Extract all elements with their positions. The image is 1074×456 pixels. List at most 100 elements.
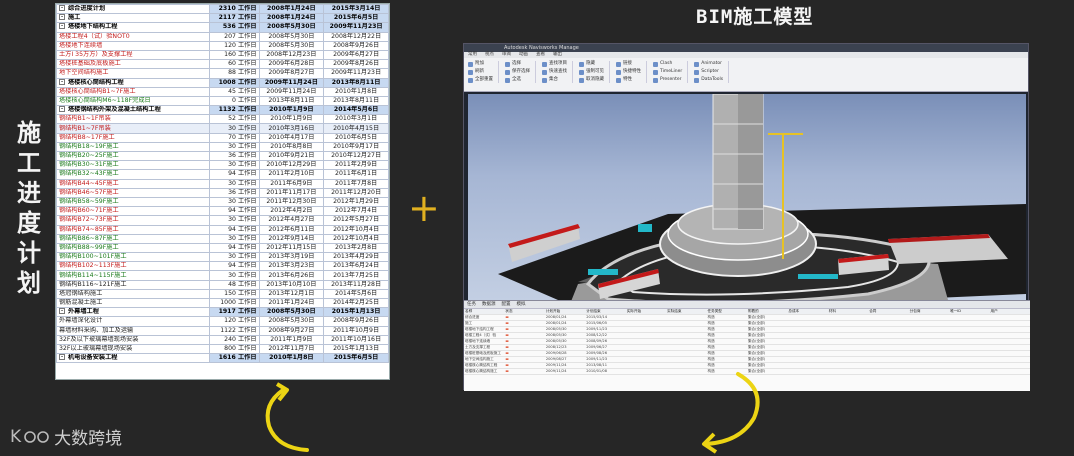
schedule-row[interactable]: 钢结构B30~31F施工 30 工作日 2010年12月29日 2011年2月9日 (56, 160, 389, 171)
timeliner-tab[interactable]: 数据源 (482, 301, 496, 308)
tool-icon (616, 77, 621, 83)
schedule-row[interactable]: 钢结构B1~7F吊装 30 工作日 2010年3月16日 2010年4月15日 (56, 123, 389, 134)
schedule-row[interactable]: 钢结构B20~25F施工 36 工作日 2010年9月21日 2010年12月27日 (56, 150, 389, 162)
ribbon-button[interactable]: TimeLiner (653, 69, 682, 75)
schedule-row[interactable]: 钢结构B88~99F施工 94 工作日 2012年11月15日 2013年2月8日 (56, 242, 389, 254)
schedule-row[interactable]: - 塔楼核心筒结构工程 1008 工作日 2009年11月24日 2013年8月11日 (56, 77, 389, 88)
schedule-row[interactable]: 塔楼桩基础及底板施工 60 工作日 2009年6月28日 2009年8月26日 (56, 59, 389, 70)
schedule-row[interactable]: 钢结构B8~17F施工 70 工作日 2010年4月17日 2010年6月5日 (56, 132, 389, 143)
collapse-toggle-icon[interactable]: - (59, 106, 65, 113)
task-name: 钢结构B102~113F施工 (59, 262, 127, 270)
schedule-row[interactable]: - 施工 2117 工作日 2008年1月24日 2015年6月5日 (56, 13, 389, 24)
schedule-row[interactable]: 塔冠钢结构施工 150 工作日 2013年12月1日 2014年5月6日 (56, 288, 389, 300)
collapse-toggle-icon[interactable]: - (59, 23, 65, 30)
ribbon-button[interactable]: 附加 (468, 61, 493, 67)
ribbon-group: 隐藏强制可见取消隐藏 (579, 61, 610, 83)
schedule-row[interactable]: 钢结构B100~101F施工 30 工作日 2013年3月19日 2013年4月29日 (56, 252, 389, 263)
task-duration-cell: 30 工作日 (208, 270, 260, 281)
ribbon-button[interactable]: 取消隐藏 (579, 77, 604, 83)
ribbon-button[interactable]: 集合 (542, 77, 567, 83)
ribbon-button[interactable]: DataTools (694, 77, 723, 83)
schedule-row[interactable]: 塔楼核心筒结构B1~7F施工 45 工作日 2009年11月24日 2010年1月8日 (56, 86, 389, 97)
ribbon-button-label: 集合 (549, 77, 558, 82)
3d-viewport[interactable] (468, 93, 1026, 309)
ribbon-tab[interactable]: 查看 (536, 52, 545, 58)
schedule-row[interactable]: 钢结构B46~57F施工 36 工作日 2011年11月17日 2011年12月20日 (56, 187, 389, 198)
timeliner-tab[interactable]: 任务 (467, 301, 476, 308)
task-start-cell: 2008年1月24日 (258, 4, 325, 15)
task-start-cell: 2011年12月30日 (258, 196, 325, 208)
schedule-row[interactable]: 钢筋混凝土施工 1000 工作日 2011年1月24日 2014年2月25日 (56, 297, 389, 309)
ribbon-tab[interactable]: 审阅 (502, 52, 511, 58)
schedule-row[interactable]: 钢结构B58~59F施工 30 工作日 2011年12月30日 2012年1月29日 (56, 196, 389, 208)
schedule-row[interactable]: 钢结构B44~45F施工 30 工作日 2011年6月9日 2011年7月8日 (56, 178, 389, 189)
collapse-toggle-icon[interactable]: - (59, 79, 65, 85)
schedule-row[interactable]: 钢结构B18~19F施工 30 工作日 2010年8月8日 2010年9月17日 (56, 141, 389, 153)
ribbon-button[interactable]: 选择 (505, 61, 530, 67)
schedule-row[interactable]: 32F以上玻璃幕墙现场安装 800 工作日 2012年11月7日 2015年1月13日 (56, 343, 389, 355)
ribbon-button[interactable]: Presenter (653, 77, 682, 83)
task-name-cell: 钢结构B86~87F施工 (56, 233, 210, 244)
ribbon-button-label: 特性 (623, 77, 632, 82)
schedule-row[interactable]: 32F及以下玻璃幕墙现场安装 240 工作日 2011年1月9日 2011年10月16… (56, 334, 389, 345)
schedule-row[interactable]: 塔楼工程4（试）验NOT0 207 工作日 2008年5月30日 2008年12月22… (56, 31, 389, 42)
schedule-row[interactable]: 钢结构B116~121F施工 48 工作日 2013年10月10日 2013年11月2… (56, 279, 389, 290)
schedule-row[interactable]: 钢结构B1~1F吊装 52 工作日 2010年1月9日 2010年3月1日 (56, 114, 389, 125)
schedule-row[interactable]: 幕墙材料采购、加工及运输 1122 工作日 2008年9月27日 2011年10月9日 (56, 325, 389, 336)
collapse-toggle-icon[interactable]: - (59, 354, 65, 361)
task-start-cell: 2013年3月19日 (258, 252, 325, 263)
ribbon-button[interactable]: 保存选择 (505, 69, 530, 75)
schedule-row[interactable]: 地下空间结构施工 88 工作日 2009年8月27日 2009年11月23日 (56, 68, 389, 79)
schedule-row[interactable]: 钢结构B60~71F施工 94 工作日 2012年4月2日 2012年7月4日 (56, 206, 389, 217)
label-char: 度 (17, 208, 41, 237)
task-name: 钢结构B116~121F施工 (59, 280, 127, 288)
ribbon-button[interactable]: 特性 (616, 77, 641, 83)
schedule-row[interactable]: 钢结构B32~43F施工 94 工作日 2011年2月10日 2011年6月1日 (56, 169, 389, 180)
ribbon-button[interactable]: 刷新 (468, 69, 493, 75)
ribbon-button[interactable]: 查找项目 (542, 61, 567, 67)
schedule-row[interactable]: 钢结构B114~115F施工 30 工作日 2013年6月26日 2013年7月25日 (56, 270, 389, 281)
schedule-row[interactable]: - 塔楼钢结构外架及混凝土结构工程 1132 工作日 2010年1月9日 2014年5月… (56, 105, 389, 116)
task-name-cell: - 塔楼钢结构外架及混凝土结构工程 (56, 105, 210, 116)
ribbon-button[interactable]: Scripter (694, 69, 723, 75)
ribbon-button[interactable]: 全选 (505, 77, 530, 83)
ribbon-tab[interactable]: 视点 (485, 52, 494, 58)
task-start-cell: 2010年1月8日 (258, 353, 325, 364)
schedule-row[interactable]: 钢结构B102~113F施工 94 工作日 2013年3月23日 2013年6月24日 (56, 261, 389, 272)
schedule-row[interactable]: 塔楼核心筒结构M6~118F完成日 0 工作日 2013年8月11日 2013年8月1… (56, 95, 389, 107)
tool-icon (694, 61, 700, 67)
ribbon-button[interactable]: Clash (653, 61, 682, 67)
ribbon-button[interactable]: 隐藏 (579, 61, 604, 67)
task-name-cell: 钢结构B116~121F施工 (56, 279, 210, 290)
schedule-row[interactable]: 土方Ⅰ 35万方）及支撑工程 160 工作日 2008年12月23日 2009年6月2… (56, 49, 389, 61)
ribbon-tab[interactable]: 输出 (553, 52, 562, 58)
timeliner-tab[interactable]: 配置 (502, 301, 511, 308)
ribbon-tab[interactable]: 动画 (519, 52, 528, 58)
task-start-cell: 2012年11月15日 (258, 242, 325, 254)
ribbon-button[interactable]: 全部重置 (468, 77, 493, 83)
ribbon-button[interactable]: 快速查找 (542, 69, 567, 75)
actual-start (625, 368, 667, 375)
ribbon-button[interactable]: Animator (694, 61, 723, 67)
ribbon-button[interactable]: 快捷特性 (616, 69, 641, 75)
collapse-toggle-icon[interactable]: - (59, 5, 65, 12)
collapse-toggle-icon[interactable]: - (59, 308, 65, 315)
ribbon-button[interactable]: 链接 (616, 61, 641, 67)
timeliner-tabs: 任务 数据源 配置 模拟 (464, 301, 1030, 309)
task-name: 钢结构B18~19F施工 (59, 142, 119, 150)
schedule-row[interactable]: 外幕墙深化设计 120 工作日 2008年5月30日 2008年9月26日 (56, 316, 389, 327)
collapse-toggle-icon[interactable]: - (59, 14, 65, 21)
ribbon-tab[interactable]: 常用 (468, 52, 477, 58)
schedule-row[interactable]: - 塔楼地下结构工程 536 工作日 2008年5月30日 2009年11月23日 (56, 22, 389, 33)
tool-icon (694, 69, 700, 75)
schedule-row[interactable]: - 机电设备安装工程 1616 工作日 2010年1月8日 2015年6月5日 (56, 353, 389, 364)
timeliner-tab[interactable]: 模拟 (517, 301, 526, 308)
schedule-row[interactable]: - 外幕墙工程 1917 工作日 2008年5月30日 2015年1月13日 (56, 307, 389, 318)
schedule-row[interactable]: 塔楼地下连续墙 120 工作日 2008年5月30日 2008年9月26日 (56, 40, 389, 51)
schedule-row[interactable]: 钢结构B86~87F施工 30 工作日 2012年9月14日 2012年10月4日 (56, 233, 389, 244)
schedule-row[interactable]: 钢结构B74~85F施工 94 工作日 2012年6月11日 2012年10月4日 (56, 224, 389, 235)
task-duration-cell: 240 工作日 (208, 334, 260, 345)
ribbon-button[interactable]: 强制可见 (579, 69, 604, 75)
schedule-row[interactable]: 钢结构B72~73F施工 30 工作日 2012年4月27日 2012年5月27日 (56, 215, 389, 226)
schedule-row[interactable]: - 综合进度计划 2310 工作日 2008年1月24日 2015年3月14日 (56, 4, 389, 15)
